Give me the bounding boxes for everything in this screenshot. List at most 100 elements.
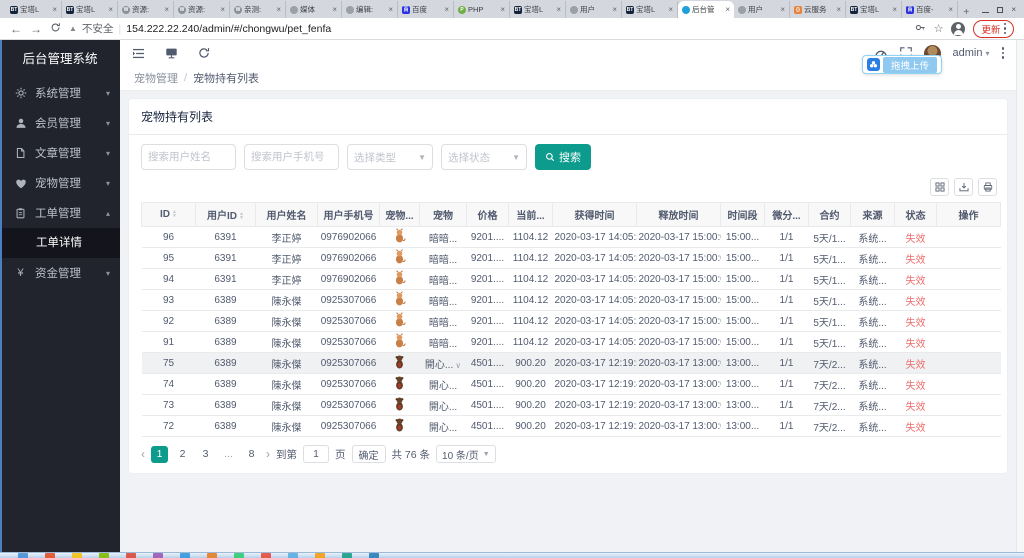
browser-tab[interactable]: BT宝塔L× bbox=[622, 1, 678, 18]
tab-close-icon[interactable]: × bbox=[780, 5, 785, 14]
page-size-select[interactable]: 10 条/页 ▼ bbox=[436, 445, 496, 463]
browser-tab[interactable]: 百百度× bbox=[398, 1, 454, 18]
table-row[interactable]: 736389陳永傑0925307066開心...4501....900.2020… bbox=[142, 395, 1001, 416]
tab-close-icon[interactable]: × bbox=[52, 5, 57, 14]
tab-close-icon[interactable]: × bbox=[220, 5, 225, 14]
taskbar-app-icon[interactable] bbox=[261, 553, 271, 558]
taskbar-app-icon[interactable] bbox=[234, 553, 244, 558]
browser-tab[interactable]: W资源:× bbox=[174, 1, 230, 18]
key-icon[interactable] bbox=[915, 20, 926, 38]
type-select[interactable]: 选择类型 ▼ bbox=[347, 144, 433, 170]
admin-dropdown[interactable]: admin ▾ bbox=[953, 47, 990, 59]
page-number-2[interactable]: 2 bbox=[174, 446, 191, 463]
sidebar-item-工单管理[interactable]: 工单管理▴ bbox=[0, 198, 120, 228]
sidebar-item-资金管理[interactable]: ¥资金管理▾ bbox=[0, 258, 120, 288]
sidebar-item-文章管理[interactable]: 文章管理▾ bbox=[0, 138, 120, 168]
tab-close-icon[interactable]: × bbox=[164, 5, 169, 14]
export-button[interactable] bbox=[954, 178, 973, 196]
table-row[interactable]: 936389陳永傑0925307066暗暗...9201....1104.122… bbox=[142, 290, 1001, 311]
browser-tab[interactable]: BT宝塔L× bbox=[62, 1, 118, 18]
refresh-icon[interactable] bbox=[198, 47, 210, 59]
reload-icon[interactable] bbox=[50, 22, 61, 36]
browser-tab[interactable]: 用户× bbox=[734, 1, 790, 18]
tab-close-icon[interactable]: × bbox=[948, 5, 953, 14]
restore-icon[interactable] bbox=[997, 7, 1003, 13]
expand-chevron-icon[interactable]: ∨ bbox=[455, 361, 461, 370]
taskbar-app-icon[interactable] bbox=[126, 553, 136, 558]
chrome-update-button[interactable]: 更新 bbox=[973, 20, 1014, 38]
tab-close-icon[interactable]: × bbox=[108, 5, 113, 14]
confirm-button[interactable]: 确定 bbox=[352, 445, 386, 463]
column-header-用户ID[interactable]: 用户ID▲▼ bbox=[196, 203, 256, 227]
tab-close-icon[interactable]: × bbox=[612, 5, 617, 14]
sort-icon[interactable]: ▲▼ bbox=[239, 212, 244, 220]
print-button[interactable] bbox=[978, 178, 997, 196]
prev-page-icon[interactable]: ‹ bbox=[141, 447, 145, 461]
browser-tab[interactable]: BT宝塔L× bbox=[6, 1, 62, 18]
browser-profile-icon[interactable] bbox=[951, 22, 965, 36]
taskbar-app-icon[interactable] bbox=[99, 553, 109, 558]
table-row[interactable]: 946391李正婷0976902066暗暗...9201....1104.122… bbox=[142, 269, 1001, 290]
search-name-input[interactable] bbox=[141, 144, 236, 170]
tab-close-icon[interactable]: × bbox=[276, 5, 281, 14]
table-row[interactable]: 956391李正婷0976902066暗暗...9201....1104.122… bbox=[142, 248, 1001, 269]
table-row[interactable]: 756389陳永傑0925307066開心...∨4501....900.202… bbox=[142, 353, 1001, 374]
sort-icon[interactable]: ▲▼ bbox=[172, 210, 177, 218]
breadcrumb-parent[interactable]: 宠物管理 bbox=[134, 70, 178, 86]
taskbar-app-icon[interactable] bbox=[180, 553, 190, 558]
status-select[interactable]: 选择状态 ▼ bbox=[441, 144, 527, 170]
sidebar-item-会员管理[interactable]: 会员管理▾ bbox=[0, 108, 120, 138]
browser-tab[interactable]: W亲测:× bbox=[230, 1, 286, 18]
sidebar-subitem-工单详情[interactable]: 工单详情 bbox=[0, 228, 120, 258]
browser-tab[interactable]: 媒体× bbox=[286, 1, 342, 18]
page-number-1[interactable]: 1 bbox=[151, 446, 168, 463]
tab-close-icon[interactable]: × bbox=[556, 5, 561, 14]
browser-tab[interactable]: BT宝塔L× bbox=[846, 1, 902, 18]
tab-close-icon[interactable]: × bbox=[388, 5, 393, 14]
minimize-icon[interactable] bbox=[982, 8, 989, 13]
more-options-icon[interactable] bbox=[1002, 47, 1005, 59]
taskbar-app-icon[interactable] bbox=[342, 553, 352, 558]
netdisk-upload-widget[interactable]: 拖拽上传 bbox=[862, 55, 942, 74]
screen-icon[interactable] bbox=[165, 47, 178, 59]
search-phone-input[interactable] bbox=[244, 144, 339, 170]
table-row[interactable]: 746389陳永傑0925307066開心...4501....900.2020… bbox=[142, 374, 1001, 395]
taskbar-app-icon[interactable] bbox=[153, 553, 163, 558]
search-button[interactable]: 搜索 bbox=[535, 144, 591, 170]
taskbar-app-icon[interactable] bbox=[72, 553, 82, 558]
tab-close-icon[interactable]: × bbox=[668, 5, 673, 14]
browser-tab[interactable]: 用户× bbox=[566, 1, 622, 18]
taskbar-app-icon[interactable] bbox=[369, 553, 379, 558]
taskbar-app-icon[interactable] bbox=[315, 553, 325, 558]
browser-tab[interactable]: 后台管× bbox=[678, 1, 734, 18]
new-tab-button[interactable]: + bbox=[958, 7, 974, 18]
sidebar-item-宠物管理[interactable]: 宠物管理▾ bbox=[0, 168, 120, 198]
page-number-8[interactable]: 8 bbox=[243, 446, 260, 463]
browser-tab[interactable]: BT宝塔L× bbox=[510, 1, 566, 18]
column-header-ID[interactable]: ID▲▼ bbox=[142, 203, 196, 227]
browser-tab[interactable]: 编辑:× bbox=[342, 1, 398, 18]
tab-close-icon[interactable]: × bbox=[725, 5, 730, 14]
forward-icon[interactable]: → bbox=[30, 22, 42, 36]
taskbar-app-icon[interactable] bbox=[288, 553, 298, 558]
page-number-3[interactable]: 3 bbox=[197, 446, 214, 463]
close-icon[interactable]: × bbox=[1011, 6, 1016, 14]
jump-page-input[interactable] bbox=[303, 445, 329, 463]
browser-tab[interactable]: 百百度-× bbox=[902, 1, 958, 18]
taskbar-app-icon[interactable] bbox=[18, 553, 28, 558]
table-row[interactable]: 926389陳永傑0925307066暗暗...9201....1104.122… bbox=[142, 311, 1001, 332]
windows-taskbar[interactable] bbox=[0, 552, 1024, 558]
back-icon[interactable]: ← bbox=[10, 22, 22, 36]
browser-tab[interactable]: W资源:× bbox=[118, 1, 174, 18]
taskbar-app-icon[interactable] bbox=[207, 553, 217, 558]
table-row[interactable]: 726389陳永傑0925307066開心...4501....900.2020… bbox=[142, 416, 1001, 437]
sidebar-item-系统管理[interactable]: 系统管理▾ bbox=[0, 78, 120, 108]
tab-close-icon[interactable]: × bbox=[500, 5, 505, 14]
tab-close-icon[interactable]: × bbox=[332, 5, 337, 14]
next-page-icon[interactable]: › bbox=[266, 447, 270, 461]
tab-close-icon[interactable]: × bbox=[892, 5, 897, 14]
browser-tab[interactable]: PPHP× bbox=[454, 1, 510, 18]
tab-close-icon[interactable]: × bbox=[836, 5, 841, 14]
taskbar-app-icon[interactable] bbox=[45, 553, 55, 558]
page-scrollbar[interactable] bbox=[1016, 40, 1024, 552]
